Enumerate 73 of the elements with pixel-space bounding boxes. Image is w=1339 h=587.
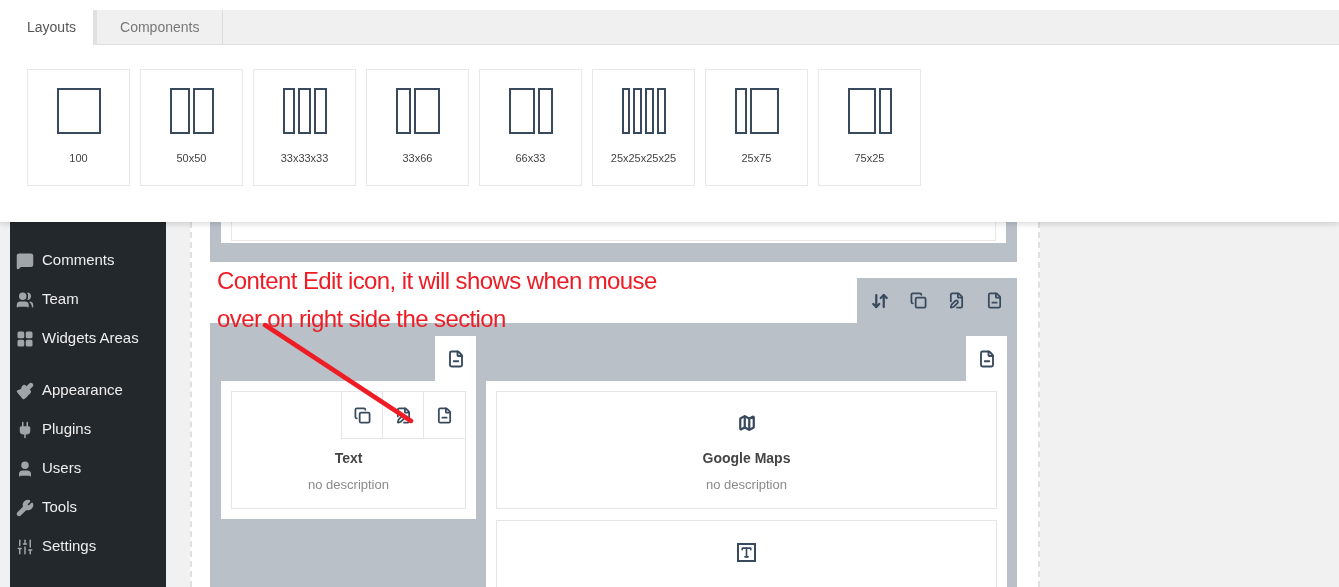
- layout-option[interactable]: 25x25x25x25: [592, 69, 695, 186]
- layout-option[interactable]: 66x33: [479, 69, 582, 186]
- remove-column-tab[interactable]: [966, 336, 1007, 381]
- person-icon: [16, 459, 34, 478]
- element-title: Text: [334, 449, 363, 468]
- layout-label: 100: [69, 151, 88, 166]
- annotation-line: over on right side the section: [217, 304, 507, 334]
- layout-label: 25x75: [741, 151, 772, 166]
- element-card[interactable]: Google Maps no description: [496, 391, 997, 509]
- columns-icon: [621, 88, 666, 134]
- layout-label: 50x50: [176, 151, 207, 166]
- menu-item[interactable]: Users: [16, 449, 166, 488]
- layout-option[interactable]: 75x25: [818, 69, 921, 186]
- layout-option[interactable]: 33x33x33: [253, 69, 356, 186]
- people-icon: [16, 290, 34, 309]
- menu-item[interactable]: Widgets Areas: [16, 319, 166, 358]
- annotation-line: Content Edit icon, it will shows when mouse: [217, 266, 657, 296]
- edit-icon: [947, 292, 965, 309]
- columns-icon: [847, 88, 892, 134]
- menu-item[interactable]: Settings: [16, 527, 166, 566]
- remove-button[interactable]: [985, 292, 1003, 309]
- menu-item[interactable]: Plugins: [16, 410, 166, 449]
- tab[interactable]: Components: [97, 10, 224, 45]
- brush-icon: [16, 381, 34, 400]
- layout-label: 33x66: [402, 151, 433, 166]
- columns-icon: [169, 88, 214, 134]
- file-minus-icon: [985, 292, 1003, 309]
- sliders-icon: [16, 537, 34, 556]
- copy-button[interactable]: [910, 292, 928, 309]
- element-description: no description: [308, 476, 389, 494]
- menu-label: Users: [42, 458, 82, 479]
- element-card[interactable]: Text no description: [231, 391, 466, 509]
- edit-button[interactable]: [947, 292, 965, 309]
- edit-icon: [394, 406, 412, 424]
- comment-icon: [16, 251, 34, 270]
- menu-item[interactable]: Comments: [16, 241, 166, 280]
- layout-label: 25x25x25x25: [610, 151, 677, 166]
- element-title: Google Maps: [702, 449, 791, 468]
- menu-item[interactable]: Appearance: [16, 371, 166, 410]
- copy-icon: [910, 292, 928, 309]
- columns-icon: [395, 88, 440, 134]
- menu-label: Comments: [42, 250, 115, 271]
- menu-item[interactable]: Tools: [16, 488, 166, 527]
- menu-item[interactable]: Team: [16, 280, 166, 319]
- element-description: no description: [706, 476, 787, 494]
- text-type-icon: [737, 543, 756, 562]
- columns-icon: [282, 88, 327, 134]
- menu-label: Settings: [42, 536, 97, 557]
- wrench-icon: [16, 498, 34, 517]
- move-arrows-icon: [871, 291, 890, 310]
- layout-label: 75x25: [854, 151, 885, 166]
- map-icon: [737, 414, 756, 432]
- menu-label: Widgets Areas: [42, 328, 139, 349]
- layout-option[interactable]: 100: [27, 69, 130, 186]
- menu-label: Team: [42, 289, 79, 310]
- columns-icon: [56, 88, 101, 134]
- remove-column-tab[interactable]: [435, 336, 476, 381]
- file-minus-icon: [436, 406, 453, 424]
- layout-label: 66x33: [515, 151, 546, 166]
- menu-label: Tools: [42, 497, 78, 518]
- layout-option[interactable]: 50x50: [140, 69, 243, 186]
- layout-label: 33x33x33: [280, 151, 329, 166]
- menu-label: Appearance: [42, 380, 123, 401]
- file-minus-icon: [977, 349, 996, 368]
- grid-icon: [16, 329, 34, 348]
- file-minus-icon: [446, 349, 465, 368]
- columns-icon: [508, 88, 553, 134]
- layout-option[interactable]: 25x75: [705, 69, 808, 186]
- layout-option[interactable]: 33x66: [366, 69, 469, 186]
- move-button[interactable]: [871, 291, 890, 310]
- copy-icon: [353, 406, 371, 424]
- menu-label: Plugins: [42, 419, 92, 440]
- columns-icon: [734, 88, 779, 134]
